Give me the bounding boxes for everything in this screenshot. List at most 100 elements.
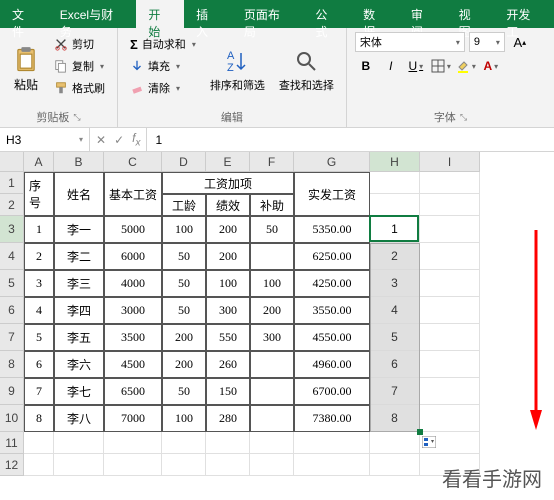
cell[interactable]: 序号	[24, 172, 54, 216]
cell[interactable]: 姓名	[54, 172, 104, 216]
cell[interactable]: 李五	[54, 324, 104, 351]
cell[interactable]: 工龄	[162, 194, 206, 216]
cell[interactable]: 5	[370, 324, 420, 351]
cell[interactable]: 李六	[54, 351, 104, 378]
cell[interactable]: 6	[370, 351, 420, 378]
border-button[interactable]: ▾	[430, 56, 452, 76]
cell[interactable]	[420, 378, 480, 405]
dialog-launcher-icon[interactable]: ⤡	[73, 112, 80, 123]
cut-button[interactable]: 剪切	[50, 34, 109, 54]
cell[interactable]: 2	[370, 243, 420, 270]
menu-tab-1[interactable]: Excel与财务	[48, 0, 137, 28]
cell[interactable]	[370, 172, 420, 194]
cell[interactable]: 300	[206, 297, 250, 324]
dialog-launcher-icon[interactable]: ⤡	[460, 112, 467, 123]
cell[interactable]: 100	[206, 270, 250, 297]
row-header-12[interactable]: 12	[0, 454, 24, 476]
fill-handle[interactable]	[417, 429, 423, 435]
cell[interactable]: 100	[250, 270, 294, 297]
row-header-3[interactable]: 3	[0, 216, 24, 243]
cell[interactable]: 7	[24, 378, 54, 405]
cell[interactable]	[24, 454, 54, 476]
cell[interactable]: 李一	[54, 216, 104, 243]
cell[interactable]: 李四	[54, 297, 104, 324]
column-header-I[interactable]: I	[420, 152, 480, 172]
cell[interactable]	[250, 378, 294, 405]
cell[interactable]	[420, 172, 480, 194]
row-header-9[interactable]: 9	[0, 378, 24, 405]
row-header-10[interactable]: 10	[0, 405, 24, 432]
cell[interactable]: 3000	[104, 297, 162, 324]
row-header-11[interactable]: 11	[0, 432, 24, 454]
cell[interactable]	[420, 405, 480, 432]
cell[interactable]	[420, 270, 480, 297]
cell[interactable]: 6000	[104, 243, 162, 270]
cell[interactable]: 100	[162, 405, 206, 432]
menu-tab-5[interactable]: 公式	[303, 0, 351, 28]
menu-tab-3[interactable]: 插入	[184, 0, 232, 28]
cell[interactable]	[294, 432, 370, 454]
autofill-options-icon[interactable]	[422, 436, 436, 448]
cell[interactable]: 550	[206, 324, 250, 351]
cell[interactable]: 绩效	[206, 194, 250, 216]
cell[interactable]: 4	[24, 297, 54, 324]
cell[interactable]: 7000	[104, 405, 162, 432]
cell[interactable]	[420, 351, 480, 378]
cell[interactable]: 200	[162, 324, 206, 351]
column-header-C[interactable]: C	[104, 152, 162, 172]
fill-color-button[interactable]: ▾	[455, 56, 477, 76]
cell[interactable]	[420, 216, 480, 243]
cancel-icon[interactable]: ✕	[96, 133, 106, 147]
cell[interactable]: 260	[206, 351, 250, 378]
cell[interactable]: 200	[206, 243, 250, 270]
cell[interactable]	[54, 432, 104, 454]
cell[interactable]: 实发工资	[294, 172, 370, 216]
cell[interactable]: 4	[370, 297, 420, 324]
increase-font-icon[interactable]: A▴	[509, 32, 531, 52]
cell[interactable]	[294, 454, 370, 476]
menu-tab-8[interactable]: 视图	[447, 0, 495, 28]
menu-tab-0[interactable]: 文件	[0, 0, 48, 28]
cell[interactable]: 280	[206, 405, 250, 432]
cell[interactable]: 7380.00	[294, 405, 370, 432]
column-header-G[interactable]: G	[294, 152, 370, 172]
cell[interactable]: 5000	[104, 216, 162, 243]
cell[interactable]: 200	[162, 351, 206, 378]
cell[interactable]: 3	[24, 270, 54, 297]
cell[interactable]: 3500	[104, 324, 162, 351]
cell[interactable]: 4960.00	[294, 351, 370, 378]
cell[interactable]: 3550.00	[294, 297, 370, 324]
cell[interactable]: 200	[250, 297, 294, 324]
chevron-down-icon[interactable]: ▾	[176, 84, 180, 93]
autosum-button[interactable]: Σ 自动求和▾	[126, 34, 200, 54]
cell[interactable]: 8	[24, 405, 54, 432]
chevron-down-icon[interactable]: ▾	[192, 40, 196, 49]
cell[interactable]	[370, 454, 420, 476]
underline-button[interactable]: U▾	[405, 56, 427, 76]
row-header-6[interactable]: 6	[0, 297, 24, 324]
cell[interactable]: 4000	[104, 270, 162, 297]
copy-button[interactable]: 复制▾	[50, 56, 109, 76]
cell[interactable]	[104, 454, 162, 476]
cell[interactable]: 8	[370, 405, 420, 432]
row-header-1[interactable]: 1	[0, 172, 24, 194]
chevron-down-icon[interactable]: ▾	[176, 62, 180, 71]
cell[interactable]: 200	[206, 216, 250, 243]
cell[interactable]: 3	[370, 270, 420, 297]
clear-button[interactable]: 清除▾	[126, 78, 200, 98]
column-header-D[interactable]: D	[162, 152, 206, 172]
cell[interactable]: 5350.00	[294, 216, 370, 243]
font-size-select[interactable]: 9▾	[469, 32, 505, 52]
cell[interactable]	[370, 432, 420, 454]
cell[interactable]	[162, 432, 206, 454]
cell[interactable]	[206, 432, 250, 454]
paste-button[interactable]: 粘贴	[8, 32, 44, 107]
cell[interactable]	[162, 454, 206, 476]
menu-tab-9[interactable]: 开发工	[494, 0, 554, 28]
row-header-5[interactable]: 5	[0, 270, 24, 297]
cell[interactable]: 150	[206, 378, 250, 405]
cell[interactable]: 6	[24, 351, 54, 378]
cell[interactable]: 5	[24, 324, 54, 351]
font-color-button[interactable]: A▾	[480, 56, 502, 76]
formula-input[interactable]: 1	[147, 128, 554, 151]
